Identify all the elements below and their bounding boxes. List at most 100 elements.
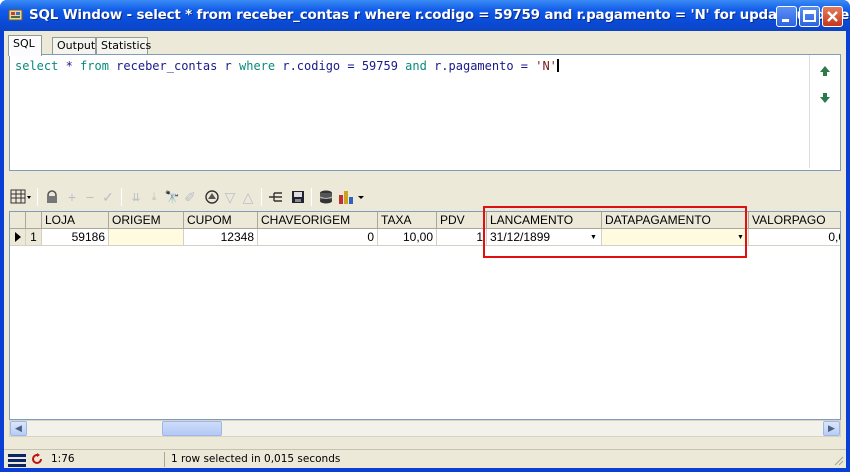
cell-chaveorigem[interactable]: 0 — [258, 229, 378, 246]
column-header-label: TAXA — [381, 213, 412, 227]
resize-grip-icon[interactable] — [832, 454, 844, 466]
tab-output-label: Output — [57, 39, 96, 52]
check-icon: ✓ — [102, 188, 114, 205]
arrow-down-icon[interactable] — [818, 91, 832, 105]
column-header-label: ORIGEM — [112, 213, 161, 227]
cell-cupom[interactable]: 12348 — [184, 229, 258, 246]
tab-sql[interactable]: SQL — [8, 35, 42, 56]
maximize-button[interactable] — [799, 6, 820, 27]
tab-statistics[interactable]: Statistics — [96, 37, 152, 54]
sql-text: * — [58, 59, 81, 73]
minimize-icon — [782, 19, 789, 22]
maximize-icon — [803, 10, 816, 22]
sql-window: SQL Window - select * from receber_conta… — [0, 0, 850, 472]
horizontal-scrollbar[interactable]: ◀ ▶ — [9, 420, 841, 437]
arrow-up-icon[interactable] — [818, 64, 832, 78]
cell-pdv[interactable]: 1 — [437, 229, 487, 246]
column-header-lancamento[interactable]: LANCAMENTO — [487, 212, 602, 229]
cell-datapagamento[interactable]: ▼ — [602, 229, 749, 246]
column-header-pdv[interactable]: PDV — [437, 212, 487, 229]
next-page-button[interactable]: ⇊ — [127, 187, 145, 207]
client-area: SQL Output Statistics select * from rece… — [4, 31, 846, 468]
column-header-label: PDV — [440, 213, 465, 227]
column-header-taxa[interactable]: TAXA — [378, 212, 437, 229]
sql-string: 'N' — [535, 59, 557, 73]
close-button[interactable] — [822, 6, 843, 27]
result-grid[interactable]: LOJA ORIGEM CUPOM CHAVEORIGEM TAXA PDV L… — [9, 211, 841, 420]
cell-taxa[interactable]: 10,00 — [378, 229, 437, 246]
close-icon — [827, 11, 838, 22]
sort-asc-button[interactable]: △ — [239, 187, 257, 207]
eraser-icon: ✐ — [184, 188, 196, 205]
chevron-right-icon: ▶ — [828, 423, 835, 433]
play-arrow-icon — [14, 232, 21, 242]
scroll-right-button[interactable]: ▶ — [823, 421, 840, 436]
window-list-icon[interactable] — [8, 452, 26, 467]
grid-options-button[interactable] — [9, 187, 33, 207]
column-header-label: LANCAMENTO — [490, 213, 574, 227]
sql-keyword: where — [239, 59, 276, 73]
find-button[interactable]: 🔭 — [163, 187, 181, 207]
tab-output[interactable]: Output — [52, 37, 96, 54]
row-number: 1 — [26, 229, 42, 246]
current-row-indicator — [10, 229, 26, 246]
tab-strip: SQL Output Statistics — [4, 35, 846, 56]
cell-lancamento[interactable]: 31/12/1899 ▼ — [487, 229, 602, 246]
sql-editor[interactable]: select * from receber_contas r where r.c… — [10, 55, 810, 168]
sort-desc-button[interactable]: ▽ — [221, 187, 239, 207]
export-button[interactable] — [317, 187, 335, 207]
database-icon — [319, 190, 333, 204]
column-header-datapagamento[interactable]: DATAPAGAMENTO — [602, 212, 749, 229]
sql-text: r.pagamento = — [426, 59, 536, 73]
text-caret — [556, 59, 559, 72]
last-page-button[interactable]: ⤓ — [145, 187, 163, 207]
dropdown-arrow-icon[interactable]: ▼ — [735, 233, 746, 242]
single-record-view-button[interactable] — [267, 187, 285, 207]
row-number-header — [26, 212, 42, 229]
scroll-thumb[interactable] — [162, 421, 222, 436]
cell-origem[interactable] — [109, 229, 184, 246]
query-by-example-button[interactable] — [203, 187, 221, 207]
chevron-last-icon: ⤓ — [151, 190, 157, 203]
sql-keyword: from — [80, 59, 109, 73]
column-header-label: CUPOM — [187, 213, 232, 227]
delete-record-button[interactable]: − — [81, 187, 99, 207]
lock-icon — [47, 190, 57, 203]
column-header-chaveorigem[interactable]: CHAVEORIGEM — [258, 212, 378, 229]
window-title: SQL Window - select * from receber_conta… — [29, 7, 850, 23]
row-indicator-header — [10, 212, 26, 229]
tab-sql-label: SQL — [13, 37, 35, 50]
status-bar: 1:76 1 row selected in 0,015 seconds — [4, 449, 846, 468]
minimize-button[interactable] — [776, 6, 797, 27]
save-button[interactable] — [289, 187, 307, 207]
app-icon — [8, 9, 23, 21]
column-header-cupom[interactable]: CUPOM — [184, 212, 258, 229]
tab-statistics-label: Statistics — [101, 39, 152, 52]
status-message: 1 row selected in 0,015 seconds — [171, 453, 341, 465]
post-button[interactable]: ✓ — [99, 187, 117, 207]
column-header-valorpago[interactable]: VALORPAGO — [749, 212, 840, 229]
sql-keyword: and — [405, 59, 427, 73]
sql-text: receber_contas r — [108, 59, 239, 73]
sql-text: r.codigo = 59759 — [275, 59, 406, 73]
minus-icon: − — [85, 189, 95, 205]
refresh-icon[interactable] — [31, 453, 43, 465]
cell-valorpago[interactable]: 0,0 — [749, 229, 840, 246]
chevron-left-icon: ◀ — [15, 423, 22, 433]
sql-panel: select * from receber_contas r where r.c… — [9, 54, 841, 171]
clear-button[interactable]: ✐ — [181, 187, 199, 207]
sql-keyword: select — [15, 59, 59, 73]
chevron-double-down-icon: ⇊ — [131, 191, 141, 204]
chart-button[interactable] — [337, 187, 367, 207]
insert-record-button[interactable]: + — [63, 187, 81, 207]
scroll-left-button[interactable]: ◀ — [10, 421, 27, 436]
cursor-position: 1:76 — [51, 453, 75, 465]
title-bar[interactable]: SQL Window - select * from receber_conta… — [0, 0, 850, 31]
dropdown-arrow-icon[interactable]: ▼ — [588, 233, 599, 242]
triangle-up-icon: △ — [242, 188, 254, 205]
column-header-loja[interactable]: LOJA — [42, 212, 109, 229]
cell-loja[interactable]: 59186 — [42, 229, 109, 246]
column-header-label: DATAPAGAMENTO — [605, 213, 711, 227]
lock-button[interactable] — [43, 187, 61, 207]
column-header-origem[interactable]: ORIGEM — [109, 212, 184, 229]
